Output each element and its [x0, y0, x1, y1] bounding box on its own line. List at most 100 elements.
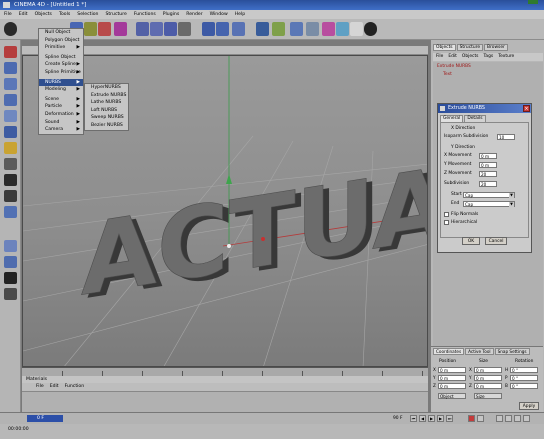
spline-icon[interactable] — [272, 22, 285, 36]
menu-item-particle[interactable]: Particle ▶ — [39, 103, 83, 111]
coord-system-icon[interactable] — [178, 22, 191, 36]
isoparm-field[interactable]: 10 — [497, 134, 515, 140]
tab-active-tool[interactable]: Active Tool — [465, 348, 494, 355]
tab-objects[interactable]: Objects — [433, 44, 456, 51]
cube-icon[interactable] — [256, 22, 269, 36]
goto-end-icon[interactable]: ⏭ — [446, 415, 453, 422]
flip-normals-checkbox[interactable] — [444, 212, 449, 217]
light-icon[interactable] — [350, 22, 363, 36]
menu-edit[interactable]: Edit — [19, 10, 28, 19]
om-menu-tags[interactable]: Tags — [483, 53, 493, 61]
point-mode-icon[interactable] — [4, 126, 17, 138]
nurbs-icon[interactable] — [290, 22, 303, 36]
menu-file[interactable]: File — [4, 10, 12, 19]
goto-start-icon[interactable]: ⏮ — [410, 415, 417, 422]
polygon-mode-icon[interactable] — [4, 158, 17, 170]
menu-window[interactable]: Window — [210, 10, 228, 19]
om-menu-file[interactable]: File — [436, 53, 443, 61]
x-movement-field[interactable]: 0 m — [479, 153, 497, 159]
tweak-icon[interactable] — [4, 190, 17, 202]
hierarchical-checkbox[interactable] — [444, 220, 449, 225]
tab-general[interactable]: General — [440, 115, 464, 122]
menu-item-polygon-object[interactable]: Polygon Object — [39, 37, 83, 45]
menu-item-lathe-nurbs[interactable]: Lathe NURBS — [85, 99, 128, 107]
close-icon[interactable]: × — [523, 105, 530, 112]
tab-coordinates[interactable]: Coordinates — [433, 348, 465, 355]
deformer-icon[interactable] — [322, 22, 335, 36]
record-icon[interactable] — [468, 415, 475, 422]
menu-objects[interactable]: Objects — [35, 10, 52, 19]
om-menu-objects[interactable]: Objects — [462, 53, 479, 61]
menu-item-bezier-nurbs[interactable]: Bezier NURBS — [85, 122, 128, 130]
undo-icon[interactable] — [4, 22, 17, 36]
tab-browser[interactable]: Browser — [484, 44, 508, 51]
magnet-icon[interactable] — [4, 240, 17, 252]
materials-menu-edit[interactable]: Edit — [50, 383, 59, 391]
scene-icon[interactable] — [336, 22, 349, 36]
menu-selection[interactable]: Selection — [77, 10, 98, 19]
rot-b-field[interactable]: 0 ° — [510, 383, 538, 389]
size-y-field[interactable]: 0 m — [474, 375, 502, 381]
knife-icon[interactable] — [4, 256, 17, 268]
animation-mode-icon[interactable] — [4, 78, 17, 90]
pos-z-field[interactable]: 0 m — [438, 383, 466, 389]
play-icon[interactable]: ▶ — [428, 415, 435, 422]
scale-icon[interactable] — [98, 22, 111, 36]
menu-item-modeling[interactable]: Modeling ▶ — [39, 86, 83, 94]
z-axis-icon[interactable] — [164, 22, 177, 36]
y-axis-icon[interactable] — [150, 22, 163, 36]
rot-h-field[interactable]: 0 ° — [510, 367, 538, 373]
menu-render[interactable]: Render — [186, 10, 202, 19]
materials-menu-function[interactable]: Function — [65, 383, 85, 391]
array-icon[interactable] — [306, 22, 319, 36]
dialog-title-bar[interactable]: Extrude NURBS × — [438, 104, 531, 113]
snap-icon[interactable] — [4, 288, 17, 300]
render-view-icon[interactable] — [202, 22, 215, 36]
size-z-field[interactable]: 0 m — [474, 383, 502, 389]
menu-item-sound[interactable]: Sound ▶ — [39, 119, 83, 127]
rot-p-field[interactable]: 0 ° — [510, 375, 538, 381]
menu-functions[interactable]: Functions — [134, 10, 156, 19]
sculpt-icon[interactable] — [4, 206, 17, 218]
apply-button[interactable]: Apply — [519, 402, 539, 410]
render-region-icon[interactable] — [216, 22, 229, 36]
rotate-icon[interactable] — [114, 22, 127, 36]
current-frame-field[interactable]: 0 F — [27, 415, 63, 422]
menu-plugins[interactable]: Plugins — [163, 10, 179, 19]
keyframe-icon[interactable] — [477, 415, 484, 422]
prev-frame-icon[interactable]: ◀ — [419, 415, 426, 422]
workplane-icon[interactable] — [4, 272, 17, 284]
materials-menu-file[interactable]: File — [36, 383, 44, 391]
menu-item-deformation[interactable]: Deformation ▶ — [39, 111, 83, 119]
object-mode-icon[interactable] — [4, 62, 17, 74]
render-picture-icon[interactable] — [232, 22, 245, 36]
scale-key-icon[interactable] — [505, 415, 512, 422]
position-key-icon[interactable] — [496, 415, 503, 422]
object-row-text[interactable]: Text — [433, 71, 543, 78]
menu-item-primitive[interactable]: Primitive ▶ — [39, 44, 83, 52]
menu-tools[interactable]: Tools — [59, 10, 70, 19]
size-mode-select[interactable]: Size — [474, 393, 502, 399]
pos-y-field[interactable]: 0 m — [438, 375, 466, 381]
menu-item-create-spline[interactable]: Create Spline ▶ — [39, 61, 83, 69]
x-axis-icon[interactable] — [136, 22, 149, 36]
coord-mode-select[interactable]: Object — [438, 393, 466, 399]
menu-item-camera[interactable]: Camera ▶ — [39, 126, 83, 134]
rotation-key-icon[interactable] — [514, 415, 521, 422]
checker-icon[interactable] — [4, 174, 17, 186]
om-menu-edit[interactable]: Edit — [448, 53, 457, 61]
menu-item-spline-primitive[interactable]: Spline Primitive ▶ — [39, 69, 83, 77]
texture-mode-icon[interactable] — [4, 94, 17, 106]
materials-area[interactable] — [22, 391, 428, 412]
object-row-extrude-nurbs[interactable]: Extrude NURBS — [433, 63, 543, 70]
menu-item-null-object[interactable]: Null Object — [39, 29, 83, 37]
end-select[interactable]: Cap — [463, 201, 515, 207]
z-movement-field[interactable]: 20 — [479, 171, 497, 177]
timeline-ruler[interactable] — [22, 367, 428, 376]
tab-structure[interactable]: Structure — [456, 44, 484, 51]
y-movement-field[interactable]: 0 m — [479, 162, 497, 168]
menu-item-spline-object[interactable]: Spline Object — [39, 54, 83, 62]
edge-mode-icon[interactable] — [4, 142, 17, 154]
model-mode-icon[interactable] — [4, 46, 17, 58]
size-x-field[interactable]: 0 m — [474, 367, 502, 373]
